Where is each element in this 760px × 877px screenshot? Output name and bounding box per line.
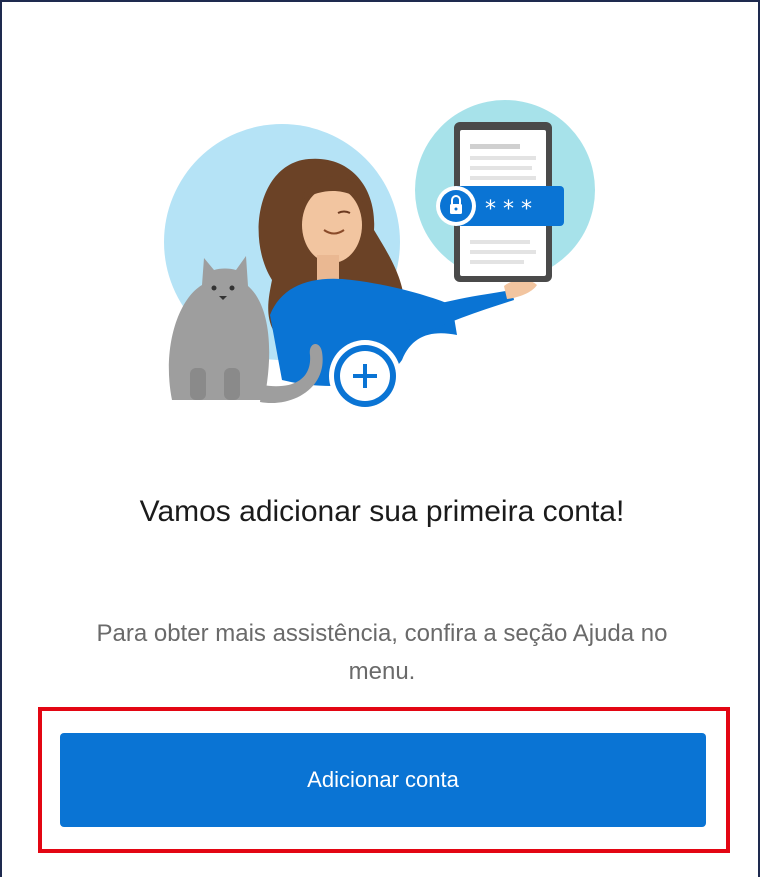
- password-mask: * * *: [485, 197, 532, 222]
- onboarding-title: Vamos adicionar sua primeira conta!: [139, 495, 625, 528]
- add-account-button[interactable]: Adicionar conta: [60, 733, 706, 827]
- onboarding-illustration: * * *: [152, 90, 612, 420]
- face: [302, 187, 362, 263]
- onboarding-subtitle: Para obter mais assistência, confira a s…: [96, 620, 668, 685]
- onboarding-screen: * * * Vamos adicionar sua primeira conta…: [0, 0, 760, 877]
